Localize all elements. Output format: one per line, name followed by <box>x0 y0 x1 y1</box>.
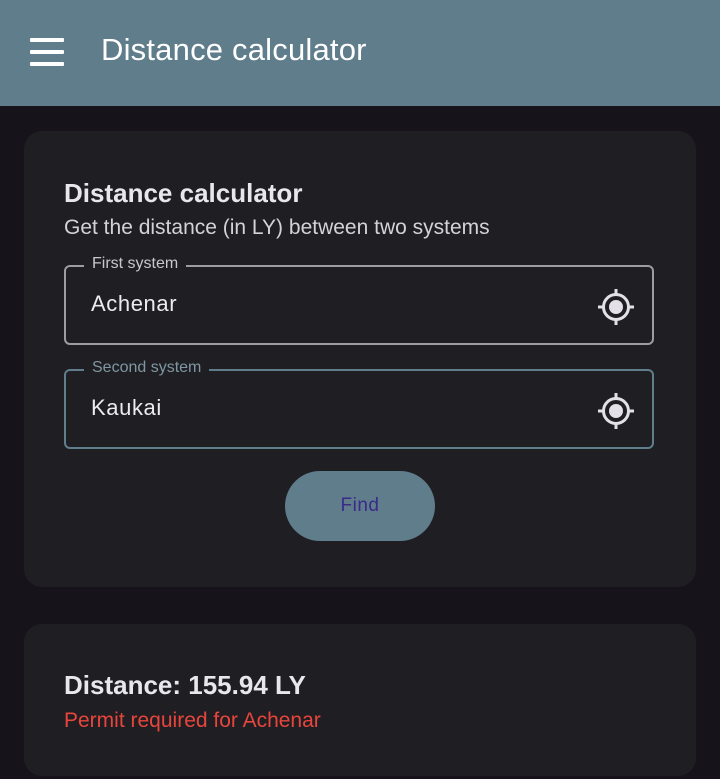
second-system-value[interactable]: Kaukai <box>91 395 162 421</box>
result-card: Distance: 155.94 LY Permit required for … <box>24 624 696 776</box>
gps-target-icon[interactable] <box>596 391 636 431</box>
permit-warning: Permit required for Achenar <box>64 709 321 732</box>
distance-result: Distance: 155.94 LY <box>64 670 306 700</box>
app-bar: Distance calculator <box>0 0 720 106</box>
hamburger-menu-icon[interactable] <box>30 38 64 66</box>
second-system-field[interactable]: Second system Kaukai <box>64 358 654 449</box>
second-system-label: Second system <box>84 358 210 378</box>
app-bar-title: Distance calculator <box>101 32 367 67</box>
first-system-label: First system <box>84 254 187 274</box>
card-subtitle: Get the distance (in LY) between two sys… <box>64 216 490 239</box>
calculator-card: Distance calculator Get the distance (in… <box>24 131 696 587</box>
find-button[interactable]: Find <box>285 471 435 541</box>
first-system-value[interactable]: Achenar <box>91 291 177 317</box>
first-system-field[interactable]: First system Achenar <box>64 254 654 345</box>
card-title: Distance calculator <box>64 178 303 208</box>
gps-target-icon[interactable] <box>596 287 636 327</box>
